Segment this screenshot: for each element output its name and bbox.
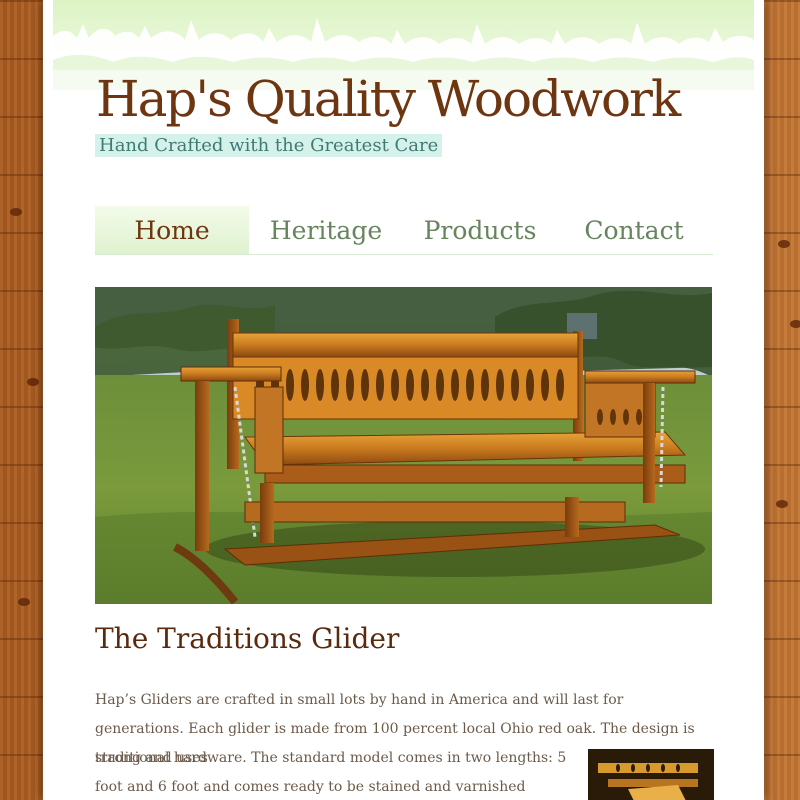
glider-detail-thumbnail[interactable] <box>588 749 714 800</box>
wood-knot <box>27 378 39 386</box>
wood-knot <box>776 500 788 508</box>
nav-item-heritage[interactable]: Heritage <box>249 206 403 254</box>
content-heading: The Traditions Glider <box>95 622 400 655</box>
main-navigation: Home Heritage Products Contact <box>95 206 713 255</box>
site-tagline: Hand Crafted with the Greatest Care <box>95 134 443 157</box>
intro-paragraph-2: traditional hardware. The standard model… <box>95 750 567 795</box>
wood-knot <box>18 598 30 606</box>
hero-glider-image <box>95 287 712 604</box>
nav-item-contact[interactable]: Contact <box>557 206 711 254</box>
wood-knot <box>790 320 800 328</box>
wood-knot <box>10 208 22 216</box>
wood-knot <box>778 240 790 248</box>
nav-item-products[interactable]: Products <box>403 206 557 254</box>
nav-item-home[interactable]: Home <box>95 206 249 254</box>
page-container: Hap's Quality Woodwork Hand Crafted with… <box>43 0 764 800</box>
site-title[interactable]: Hap's Quality Woodwork <box>96 70 681 128</box>
